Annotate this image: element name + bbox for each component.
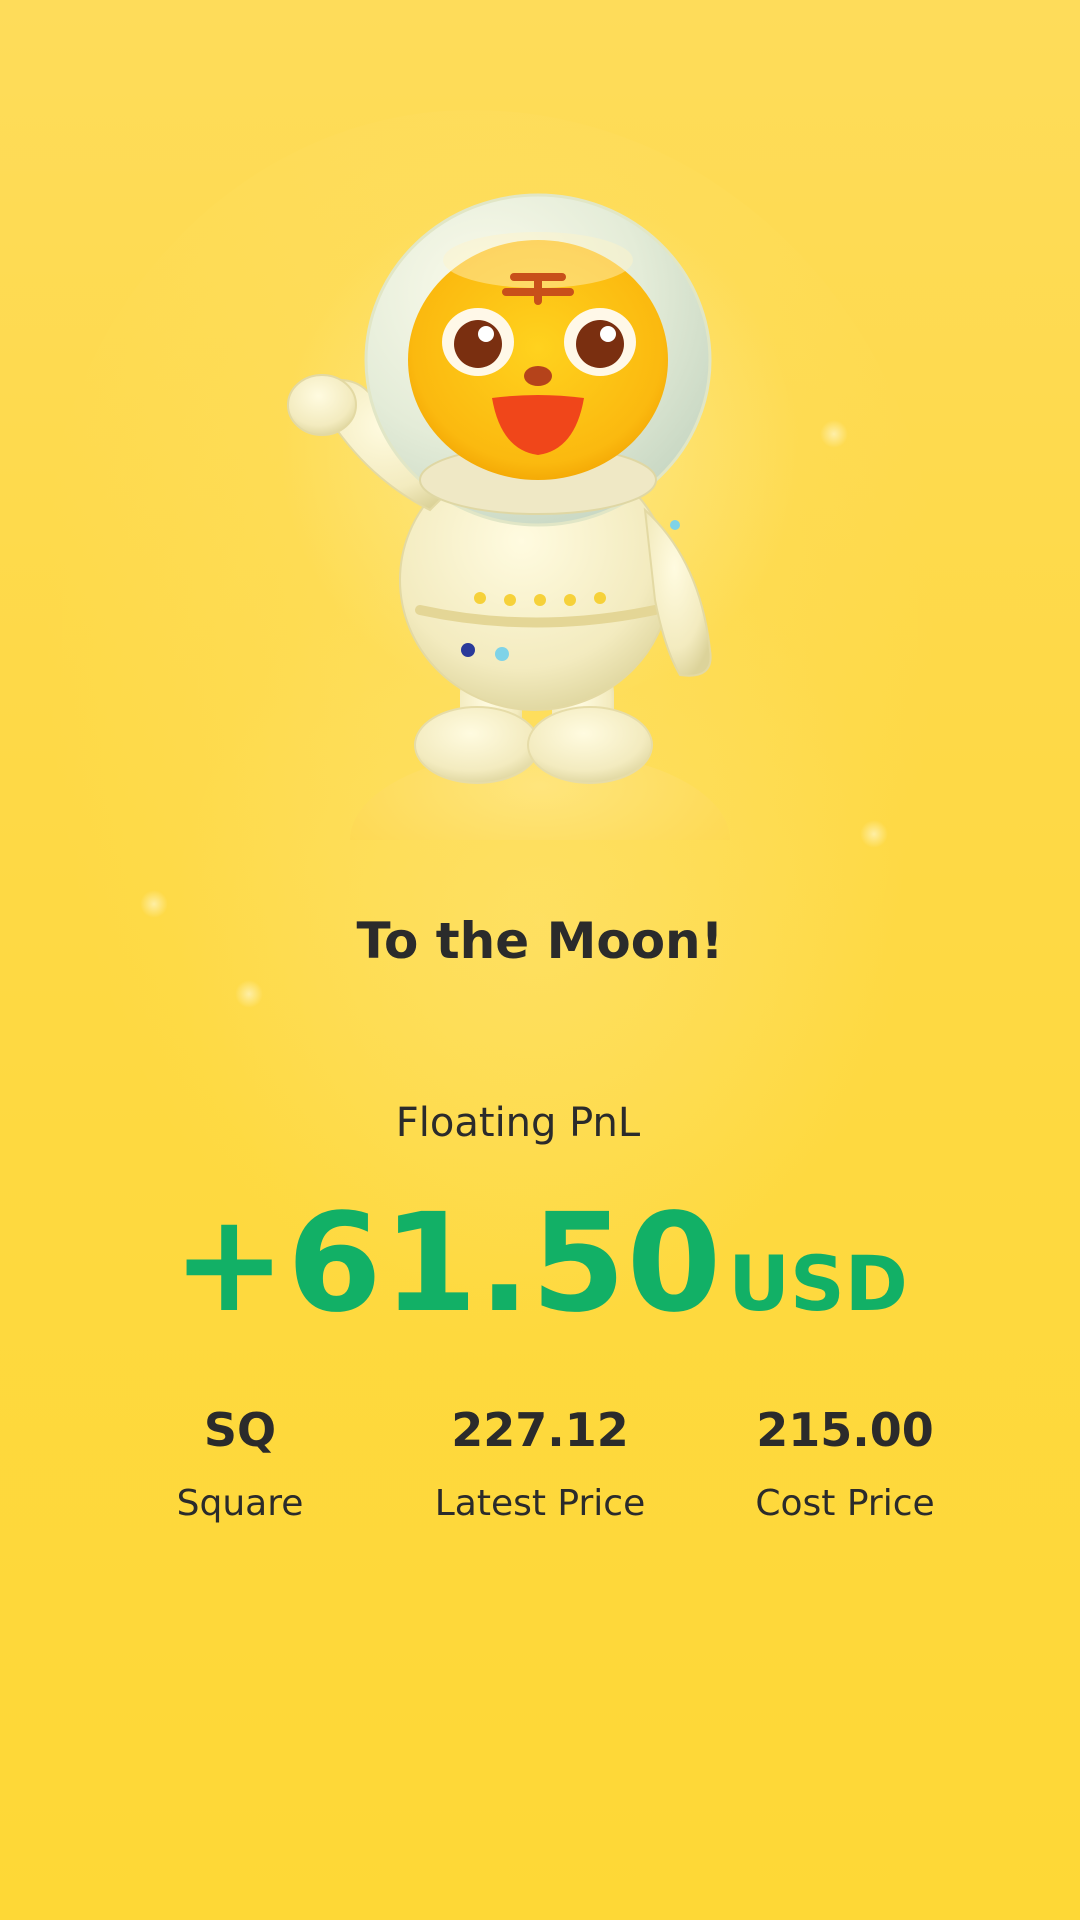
stat-cost-price: 215.00 Cost Price [695,1402,995,1526]
sparkle-decoration [860,820,888,848]
headline: To the Moon! [356,912,724,970]
share-card: To the Moon! Floating PnL +61.50USD SQ S… [0,0,1080,1920]
floating-pnl-value: +61.50USD [0,1185,1080,1343]
stat-value: SQ [203,1403,277,1457]
stat-label: Square [176,1483,304,1524]
stat-latest-price: 227.12 Latest Price [390,1402,690,1526]
stat-value: 215.00 [756,1403,934,1457]
sparkle-decoration [235,980,263,1008]
astronaut-tiger-mascot [270,180,770,840]
stat-label: Cost Price [755,1483,935,1524]
stat-symbol: SQ Square [90,1402,390,1526]
floating-pnl-label: Floating PnL [395,1100,641,1146]
pnl-amount: +61.50 [172,1185,723,1343]
sparkle-decoration [820,420,848,448]
mascot-illustration [287,193,730,840]
pnl-currency-unit: USD [728,1239,908,1328]
stat-label: Latest Price [434,1483,646,1524]
position-stats: SQ Square 227.12 Latest Price 215.00 Cos… [0,1402,1080,1542]
stat-value: 227.12 [451,1403,629,1457]
